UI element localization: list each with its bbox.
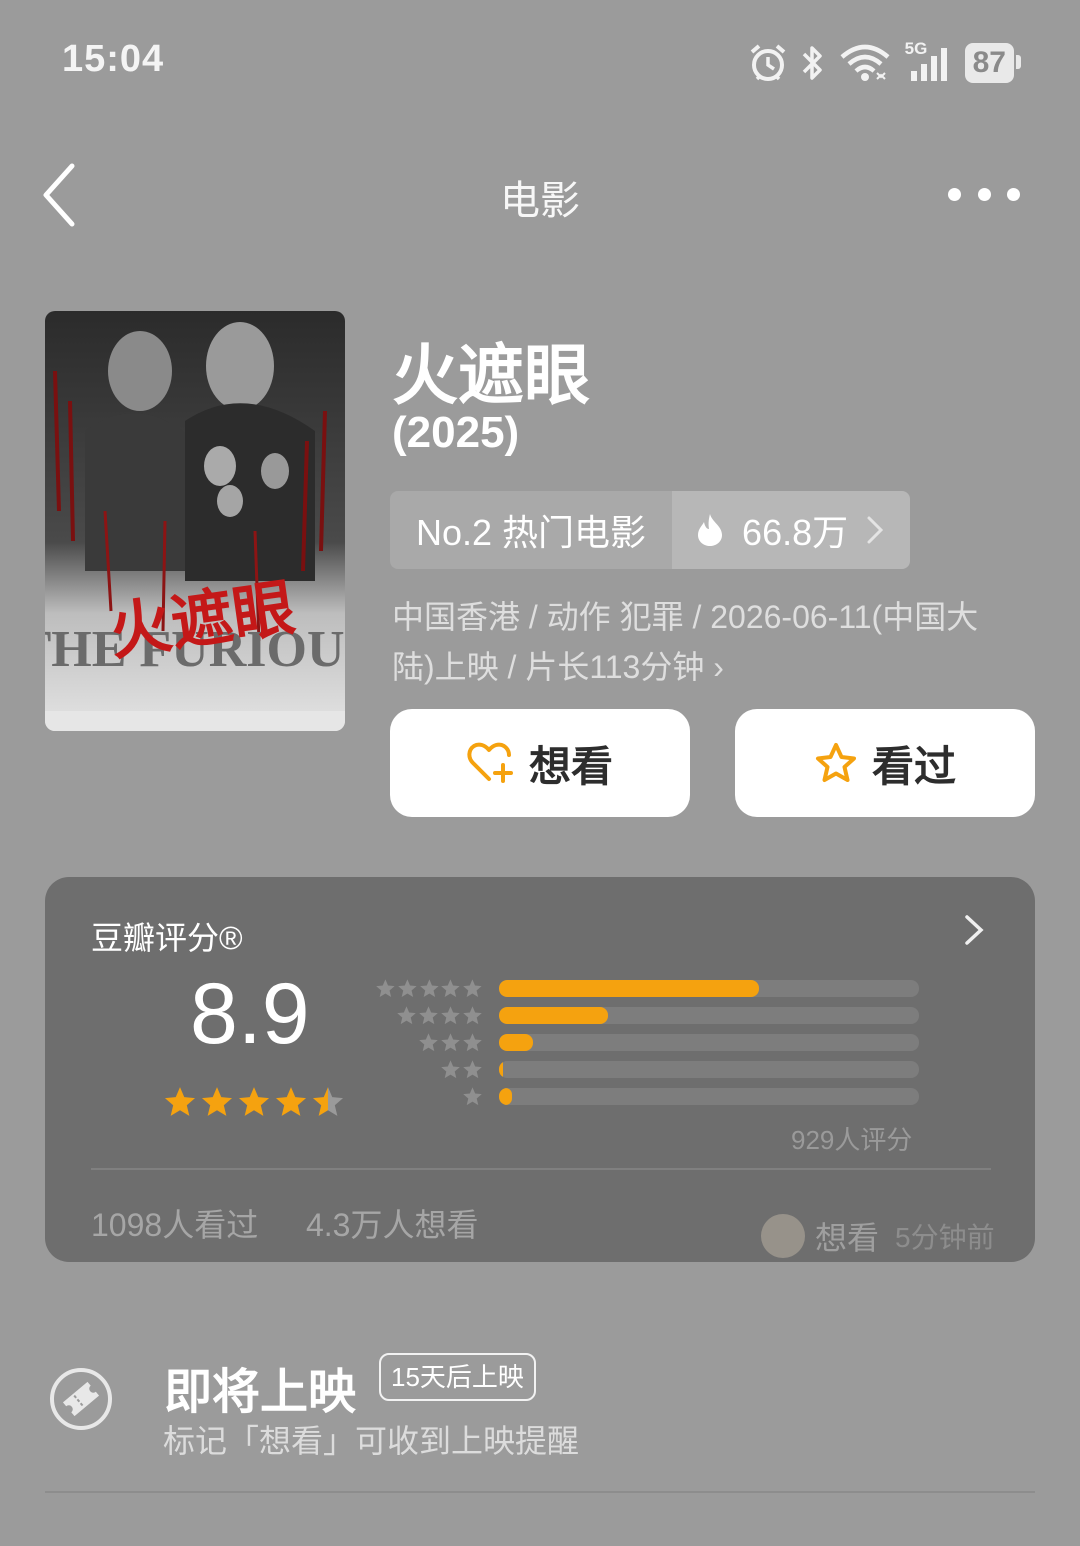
distribution-stars-3 <box>375 1032 483 1053</box>
chevron-right-icon <box>867 516 884 544</box>
distribution-fill-1 <box>499 1088 512 1105</box>
small-star-icon <box>463 1033 482 1052</box>
more-button[interactable] <box>948 178 1020 210</box>
rating-stars <box>163 1085 345 1119</box>
flame-icon <box>698 514 723 546</box>
heart-plus-icon <box>467 742 513 783</box>
star-icon <box>164 1087 196 1116</box>
heat-value: 66.8万 <box>742 512 849 553</box>
distribution-fill-4 <box>499 1007 609 1024</box>
movie-year: (2025) <box>392 408 520 457</box>
wifi-icon <box>840 44 890 81</box>
small-star-icon <box>463 979 482 997</box>
seen-count: 1098人看过 <box>91 1207 259 1243</box>
rank-label: No.2 热门电影 <box>390 491 673 569</box>
small-star-icon <box>419 1006 438 1025</box>
small-star-icon <box>463 1006 482 1025</box>
small-star-icon <box>463 1087 482 1106</box>
heat-info: 66.8万 <box>672 491 911 569</box>
distribution-stars-5 <box>375 978 483 999</box>
status-icons: 5G 87 <box>749 39 1022 86</box>
distribution-bar-1 <box>499 1088 919 1105</box>
divider <box>45 1491 1035 1493</box>
distribution-fill-3 <box>499 1034 533 1051</box>
distribution-stars-2 <box>375 1059 483 1080</box>
distribution-stars-4 <box>375 1005 483 1026</box>
small-star-icon <box>419 979 439 997</box>
small-star-icon <box>463 1060 482 1079</box>
upcoming-badge: 15天后上映 <box>379 1353 536 1401</box>
rating-count: 929人评分 <box>791 1125 913 1155</box>
distribution-bar-5 <box>499 980 919 997</box>
seen-want-stats: 1098人看过 4.3万人想看 <box>91 1200 478 1246</box>
small-star-icon <box>376 979 395 997</box>
movie-title: 火遮眼 <box>392 338 590 412</box>
star-outline-icon <box>815 743 856 782</box>
more-dots-icon <box>948 187 961 201</box>
rank-banner[interactable]: No.2 热门电影 66.8万 <box>390 491 911 569</box>
chevron-right-icon <box>965 915 984 945</box>
distribution-row-1 <box>375 1086 919 1107</box>
distribution-bar-4 <box>499 1007 919 1024</box>
small-star-icon <box>441 1006 460 1025</box>
ticket-icon <box>50 1368 112 1430</box>
distribution-row-2 <box>375 1059 919 1080</box>
meta-line-2: 陆)上映 / 片长113分钟 › <box>392 649 724 685</box>
want-count: 4.3万人想看 <box>305 1207 479 1243</box>
small-star-icon <box>441 979 460 997</box>
distribution-fill-2 <box>499 1061 504 1078</box>
rating-card[interactable]: 豆瓣评分® 8.9 929人评分 1098人看过 4.3万人想看 想看 5分钟前 <box>45 877 1035 1262</box>
status-time: 15:04 <box>62 38 165 80</box>
signal-icon: 5G <box>905 39 951 83</box>
distribution-row-3 <box>375 1032 919 1053</box>
divider <box>91 1168 991 1170</box>
movie-meta[interactable]: 中国香港 / 动作 犯罪 / 2026-06-11(中国大 陆)上映 / 片长1… <box>392 592 1022 692</box>
activity-action: 想看 <box>815 1220 880 1256</box>
distribution-row-4 <box>375 1005 919 1026</box>
seen-label: 看过 <box>871 742 956 790</box>
alarm-icon <box>750 44 785 81</box>
small-star-icon <box>441 1033 460 1052</box>
avatar <box>761 1214 805 1258</box>
seen-button[interactable]: 看过 <box>735 709 1035 817</box>
want-label: 想看 <box>528 742 613 790</box>
star-icon <box>201 1087 233 1116</box>
want-button[interactable]: 想看 <box>390 709 690 817</box>
rating-title: 豆瓣评分® <box>91 920 243 956</box>
distribution-row-5 <box>375 978 919 999</box>
small-star-icon <box>397 1006 416 1025</box>
star-icon <box>275 1087 307 1116</box>
battery-icon: 87 <box>964 43 1022 83</box>
distribution-bar-3 <box>499 1034 919 1051</box>
small-star-icon <box>419 1033 438 1052</box>
page-title: 电影 <box>500 179 580 223</box>
upcoming-title: 即将上映 <box>164 1366 357 1419</box>
small-star-icon <box>398 979 417 997</box>
small-star-icon <box>441 1060 460 1079</box>
recent-activity: 想看 5分钟前 <box>761 1213 995 1259</box>
network-label: 5G <box>904 39 928 58</box>
star-icon <box>312 1087 344 1116</box>
movie-poster[interactable]: THE FURIOUS 火遮眼 <box>45 311 345 731</box>
meta-line-1: 中国香港 / 动作 犯罪 / 2026-06-11(中国大 <box>392 599 979 635</box>
poster-image: THE FURIOUS 火遮眼 <box>45 311 345 731</box>
bluetooth-icon <box>802 46 822 80</box>
distribution-fill-5 <box>499 980 760 997</box>
upcoming-subtitle: 标记「想看」可收到上映提醒 <box>163 1423 580 1459</box>
star-icon <box>238 1087 270 1116</box>
activity-time: 5分钟前 <box>895 1222 995 1253</box>
distribution-bar-2 <box>499 1061 919 1078</box>
rating-score: 8.9 <box>190 966 310 1062</box>
distribution-stars-1 <box>375 1086 483 1107</box>
